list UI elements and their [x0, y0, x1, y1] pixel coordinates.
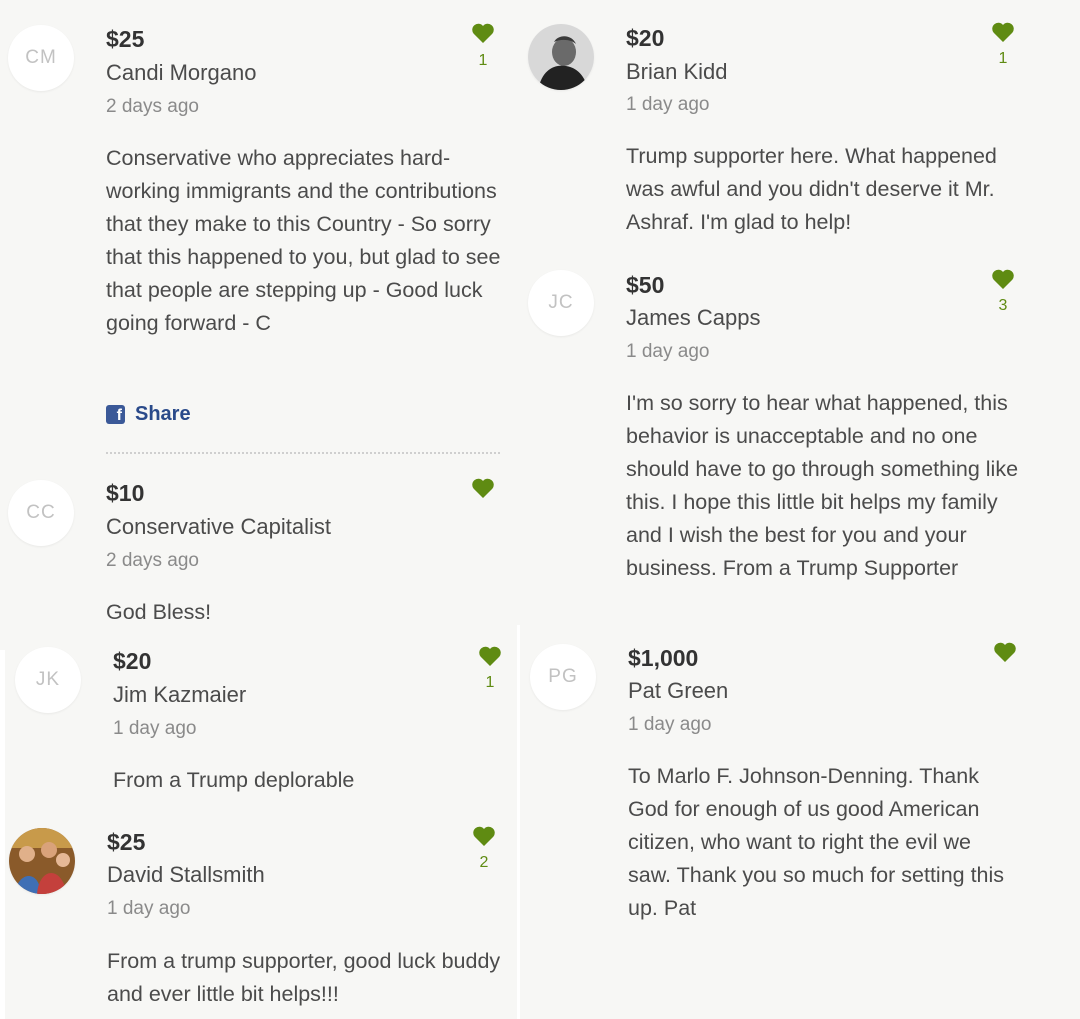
avatar-photo	[528, 24, 594, 90]
donation-time: 1 day ago	[626, 94, 710, 115]
avatar: JK	[15, 647, 81, 713]
share-label: Share	[135, 403, 191, 425]
donation-message: Trump supporter here. What happened was …	[626, 144, 997, 234]
avatar: CC	[8, 480, 74, 546]
donation-message: From a trump supporter, good luck buddy …	[107, 949, 501, 1006]
donation-time: 1 day ago	[626, 341, 710, 362]
divider	[106, 452, 500, 454]
donation-message: To Marlo F. Johnson-Denning. Thank God f…	[628, 764, 1005, 920]
like-count: 3	[998, 297, 1008, 314]
heart-icon[interactable]	[471, 22, 495, 44]
heart-icon[interactable]	[471, 477, 495, 499]
donation-time: 1 day ago	[107, 898, 191, 919]
like-count: 1	[998, 50, 1008, 67]
donation-amount: $20	[626, 25, 665, 51]
donation-amount: $20	[113, 648, 152, 674]
donation-message: From a Trump deplorable	[113, 768, 355, 792]
donor-name: Pat Green	[628, 678, 729, 703]
heart-icon[interactable]	[472, 825, 496, 847]
donation-time: 2 days ago	[106, 96, 199, 117]
heart-icon[interactable]	[991, 268, 1015, 290]
like-count: 1	[485, 674, 495, 691]
facebook-icon: f	[106, 405, 125, 424]
donation-amount: $1,000	[628, 645, 699, 671]
avatar: JC	[528, 270, 594, 336]
group-photo-icon	[9, 828, 75, 894]
donation-time: 2 days ago	[106, 550, 199, 571]
person-photo-icon	[528, 24, 594, 90]
heart-icon[interactable]	[991, 21, 1015, 43]
column-seam	[517, 625, 520, 1019]
donor-name: James Capps	[626, 305, 761, 330]
donation-amount: $50	[626, 272, 665, 298]
donation-message: God Bless!	[106, 600, 212, 624]
donation-amount: $25	[107, 829, 146, 855]
donor-name: Candi Morgano	[106, 60, 257, 85]
donation-time: 1 day ago	[113, 718, 197, 739]
avatar-photo	[9, 828, 75, 894]
heart-icon[interactable]	[478, 645, 502, 667]
heart-icon[interactable]	[993, 641, 1017, 663]
like-count: 2	[479, 854, 489, 871]
donor-name: Conservative Capitalist	[106, 514, 331, 539]
donor-name: Brian Kidd	[626, 59, 728, 84]
donor-name: Jim Kazmaier	[113, 682, 247, 707]
left-edge-strip	[0, 650, 5, 1019]
share-button[interactable]: f Share	[106, 403, 191, 426]
donation-message: I'm so sorry to hear what happened, this…	[626, 391, 1019, 580]
donation-amount: $10	[106, 480, 145, 506]
donation-time: 1 day ago	[628, 714, 712, 735]
avatar: PG	[530, 644, 596, 710]
donor-name: David Stallsmith	[107, 862, 265, 887]
donation-message: Conservative who appreciates hard-workin…	[106, 146, 501, 335]
like-count: 1	[478, 52, 488, 69]
donation-amount: $25	[106, 26, 145, 52]
avatar: CM	[8, 25, 74, 91]
